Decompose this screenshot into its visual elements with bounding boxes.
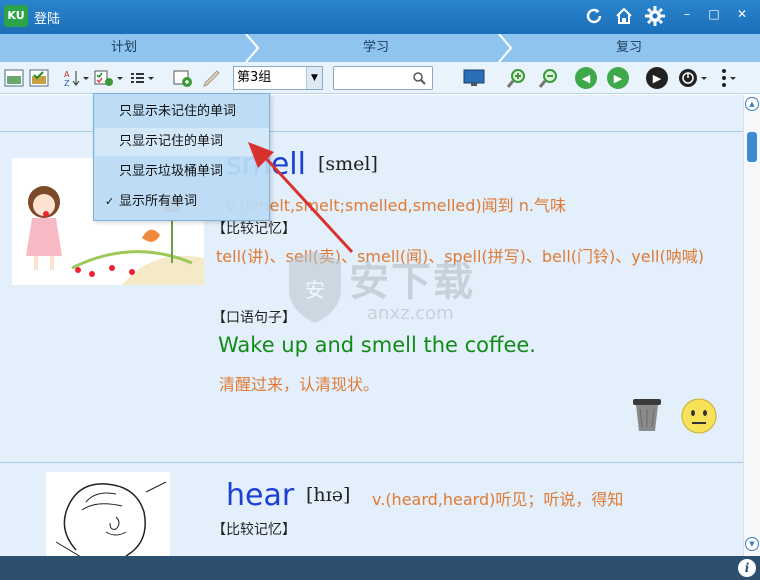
tab-study[interactable]: 学习	[256, 34, 496, 62]
menu-item-label: 只显示未记住的单词	[119, 104, 237, 119]
home-icon[interactable]	[611, 3, 637, 29]
vertical-scrollbar[interactable]: ▲ ▼	[743, 95, 760, 556]
menu-item-label: 只显示垃圾桶单词	[119, 164, 224, 179]
close-button[interactable]: ✕	[731, 4, 753, 24]
status-bar: i	[0, 556, 760, 580]
more-options-icon[interactable]	[718, 67, 738, 89]
sentence-translation: 清醒过来，认清现状。	[219, 375, 380, 394]
next-arrow-icon[interactable]: ▶	[607, 67, 629, 89]
annotation-arrow-icon	[248, 142, 354, 254]
sort-az-icon[interactable]: AZ	[63, 67, 89, 89]
app-logo: KU	[4, 5, 28, 27]
monitor-icon[interactable]	[461, 67, 487, 89]
section-heading: 【口语句子】	[212, 310, 296, 326]
search-field[interactable]	[333, 66, 433, 90]
timer-options-icon[interactable]	[677, 67, 709, 89]
zoom-in-icon[interactable]	[505, 67, 529, 89]
edit-pen-icon[interactable]	[199, 67, 223, 89]
svg-text:安: 安	[305, 278, 325, 302]
maximize-button[interactable]: □	[703, 4, 725, 24]
add-word-button[interactable]	[171, 67, 195, 89]
svg-text:A: A	[64, 70, 70, 79]
title-bar: KU 登陆 – □ ✕	[0, 0, 760, 34]
watermark-text: 安下载	[349, 259, 475, 305]
scroll-up-icon[interactable]: ▲	[745, 97, 759, 111]
tab-review[interactable]: 复习	[509, 34, 749, 62]
section-heading: 【比较记忆】	[212, 522, 296, 538]
svg-text:Z: Z	[64, 79, 70, 88]
menu-item-label: 显示所有单词	[119, 194, 198, 209]
toolbar: AZ 第3组 ▼ ◀ ▶ ▶	[0, 62, 760, 94]
chevron-down-icon: ▼	[306, 67, 322, 89]
search-input[interactable]	[337, 68, 413, 88]
group-select[interactable]: 第3组 ▼	[233, 66, 323, 90]
tab-bar: 计划 学习 复习	[0, 34, 760, 62]
smiley-face-icon[interactable]	[681, 398, 717, 438]
menu-item-unremembered[interactable]: 只显示未记住的单词	[95, 98, 269, 126]
headword[interactable]: hear	[226, 478, 294, 513]
play-icon[interactable]: ▶	[646, 67, 668, 89]
view-check-button[interactable]	[28, 67, 50, 89]
minimize-button[interactable]: –	[676, 4, 698, 24]
previous-arrow-icon[interactable]: ◀	[575, 67, 597, 89]
example-sentence: Wake up and smell the coffee.	[218, 333, 536, 357]
gear-icon[interactable]	[642, 3, 668, 29]
phonetic: [hɪə]	[306, 484, 351, 506]
info-icon[interactable]: i	[738, 559, 756, 577]
scroll-thumb[interactable]	[747, 132, 757, 162]
definition: v.(heard,heard)听见；听说，得知	[372, 490, 624, 509]
window-title[interactable]: 登陆	[34, 8, 60, 27]
menu-item-label: 只显示记住的单词	[119, 134, 224, 149]
view-list-button[interactable]	[3, 67, 25, 89]
divider	[0, 462, 743, 463]
tab-plan[interactable]: 计划	[0, 34, 248, 62]
search-icon[interactable]	[412, 71, 426, 85]
word-illustration	[46, 472, 170, 556]
checkmark-icon: ✓	[105, 195, 115, 208]
group-select-value: 第3组	[237, 70, 272, 85]
filter-words-button[interactable]	[93, 67, 125, 89]
list-options-icon[interactable]	[128, 67, 156, 89]
watermark-domain: anxz.com	[367, 303, 454, 324]
scroll-down-icon[interactable]: ▼	[745, 537, 759, 551]
zoom-out-icon[interactable]	[537, 67, 561, 89]
trash-icon[interactable]	[631, 397, 663, 437]
refresh-icon[interactable]	[581, 3, 607, 29]
